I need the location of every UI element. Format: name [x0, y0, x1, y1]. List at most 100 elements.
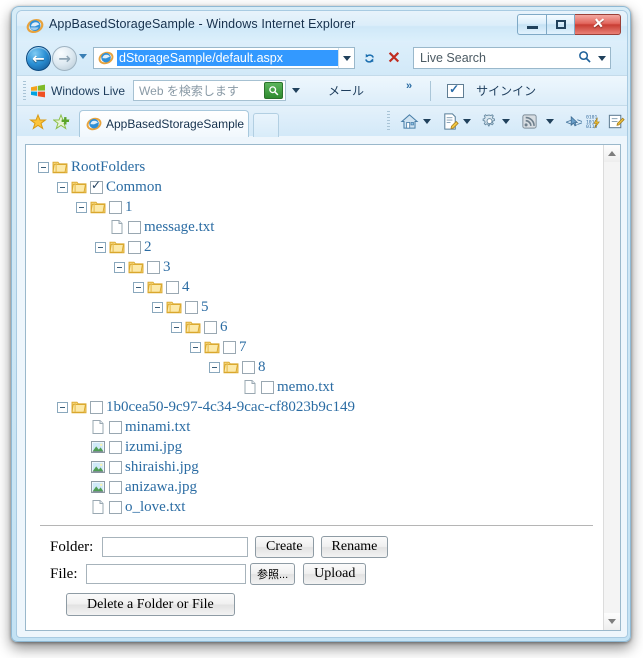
- tree-node-checkbox[interactable]: [109, 420, 122, 434]
- tree-node-label[interactable]: RootFolders: [71, 159, 145, 175]
- live-search-dropdown[interactable]: [292, 88, 301, 93]
- search-dropdown-button[interactable]: [594, 48, 610, 68]
- tree-node-checkbox[interactable]: [109, 460, 122, 474]
- tree-expander-collapse-icon[interactable]: [114, 261, 125, 273]
- live-search-input[interactable]: Web を検索します: [134, 82, 264, 99]
- tab-bar: AppBasedStorageSample < 0101 1010 0110: [17, 105, 627, 137]
- new-tab-button[interactable]: [253, 113, 279, 137]
- tree-node-label[interactable]: 7: [239, 339, 247, 355]
- toolbar-grip[interactable]: [23, 80, 26, 101]
- tree-node-label[interactable]: Common: [106, 179, 162, 195]
- scroll-down-button[interactable]: [604, 613, 620, 630]
- minimize-button[interactable]: [517, 14, 546, 35]
- refresh-icon: [364, 53, 374, 63]
- search-input[interactable]: Live Search: [414, 51, 574, 65]
- tree-node-checkbox[interactable]: [90, 400, 103, 414]
- tree-node-checkbox[interactable]: [109, 440, 122, 454]
- tree-node-label[interactable]: 1b0cea50-9c97-4c34-9cac-cf8023b9c149: [106, 399, 355, 415]
- gear-dropdown-icon[interactable]: [502, 119, 510, 124]
- search-icon[interactable]: [574, 50, 594, 66]
- gear-icon[interactable]: [480, 112, 499, 131]
- tree-expander-collapse-icon[interactable]: [209, 361, 220, 373]
- tree-node-checkbox[interactable]: [185, 300, 198, 314]
- tree-expander-collapse-icon[interactable]: [76, 201, 87, 213]
- browse-button[interactable]: 参照...: [250, 563, 296, 585]
- forward-button[interactable]: →: [52, 46, 77, 71]
- tree-expander-collapse-icon[interactable]: [190, 341, 201, 353]
- tree-expander-collapse-icon[interactable]: [152, 301, 163, 313]
- tree-node-checkbox[interactable]: [90, 178, 103, 194]
- search-box[interactable]: Live Search: [413, 47, 611, 69]
- tree-node-checkbox[interactable]: [109, 500, 122, 514]
- tree-node-checkbox[interactable]: [223, 340, 236, 354]
- tree-node-label[interactable]: 3: [163, 259, 171, 275]
- tree-node-checkbox[interactable]: [147, 260, 160, 274]
- tree-expander-collapse-icon[interactable]: [133, 281, 144, 293]
- script-debugger-icon[interactable]: 0101 1010 0110: [585, 112, 604, 131]
- refresh-button[interactable]: [358, 47, 380, 69]
- caret-browsing-icon[interactable]: < >: [563, 112, 585, 131]
- favorites-center-icon[interactable]: [29, 113, 47, 131]
- tree-node-label[interactable]: 5: [201, 299, 209, 315]
- tree-node-checkbox[interactable]: [166, 280, 179, 294]
- address-input[interactable]: dStorageSample/default.aspx: [117, 50, 338, 66]
- upload-button[interactable]: Upload: [303, 563, 367, 585]
- tree-expander-collapse-icon[interactable]: [57, 181, 68, 193]
- folder-input[interactable]: [102, 537, 248, 557]
- tree-node-label[interactable]: 1: [125, 199, 133, 215]
- tree-node-label[interactable]: 6: [220, 319, 228, 335]
- tree-expander-collapse-icon[interactable]: [57, 401, 68, 413]
- page-dropdown-icon[interactable]: [463, 119, 471, 124]
- file-operations-form: Folder: Create Rename File: 参照... Upload…: [38, 536, 603, 616]
- tree-node-label[interactable]: message.txt: [144, 219, 214, 235]
- live-mail-link[interactable]: メール: [328, 82, 364, 99]
- tree-node-label[interactable]: 4: [182, 279, 190, 295]
- tree-node-label[interactable]: izumi.jpg: [125, 439, 182, 455]
- rss-dropdown-icon[interactable]: [546, 119, 554, 124]
- tree-node-checkbox[interactable]: [242, 360, 255, 374]
- tree-node-checkbox[interactable]: [109, 200, 122, 214]
- address-bar[interactable]: dStorageSample/default.aspx: [93, 47, 355, 69]
- rss-feed-icon[interactable]: [520, 112, 539, 131]
- home-icon[interactable]: [400, 112, 419, 131]
- live-search-icon[interactable]: [264, 82, 284, 99]
- command-bar-grip[interactable]: [387, 111, 390, 131]
- tree-node-checkbox[interactable]: [109, 480, 122, 494]
- delete-folder-or-file-button[interactable]: Delete a Folder or File: [66, 593, 235, 616]
- file-path-input[interactable]: [86, 564, 246, 584]
- tree-node-label[interactable]: 2: [144, 239, 152, 255]
- tree-node-label[interactable]: memo.txt: [277, 379, 334, 395]
- add-to-favorites-icon[interactable]: [52, 113, 71, 131]
- address-dropdown-button[interactable]: [338, 48, 354, 68]
- back-button[interactable]: ←: [26, 46, 51, 71]
- tree-node-label[interactable]: minami.txt: [125, 419, 190, 435]
- scroll-up-button[interactable]: [604, 145, 620, 162]
- edit-page-icon[interactable]: [607, 112, 626, 131]
- toolbar-overflow-button[interactable]: »: [406, 80, 412, 92]
- page-icon[interactable]: [441, 112, 460, 131]
- tree-expander-collapse-icon[interactable]: [95, 241, 106, 253]
- vertical-scrollbar[interactable]: [603, 145, 620, 630]
- tree-node-checkbox[interactable]: [128, 220, 141, 234]
- live-search-box[interactable]: Web を検索します: [133, 80, 287, 101]
- tree-expander-collapse-icon[interactable]: [38, 161, 49, 173]
- close-button[interactable]: ✕: [575, 14, 621, 35]
- tree-node: o_love.txt: [38, 497, 603, 517]
- create-button[interactable]: Create: [255, 536, 314, 558]
- minimize-icon: [526, 26, 538, 29]
- tree-node-label[interactable]: anizawa.jpg: [125, 479, 197, 495]
- rename-button[interactable]: Rename: [320, 536, 389, 558]
- home-dropdown-icon[interactable]: [423, 119, 431, 124]
- tree-expander-collapse-icon[interactable]: [171, 321, 182, 333]
- tab-appbasedstoragesample[interactable]: AppBasedStorageSample: [79, 110, 249, 137]
- maximize-button[interactable]: [546, 14, 575, 35]
- tree-node-checkbox[interactable]: [128, 240, 141, 254]
- stop-button[interactable]: ✕: [383, 47, 405, 69]
- signin-link[interactable]: サインイン: [476, 82, 536, 99]
- tree-node-checkbox[interactable]: [261, 380, 274, 394]
- tree-node-label[interactable]: shiraishi.jpg: [125, 459, 199, 475]
- recent-pages-dropdown[interactable]: [79, 54, 87, 59]
- tree-node-checkbox[interactable]: [204, 320, 217, 334]
- tree-node-label[interactable]: o_love.txt: [125, 499, 185, 515]
- tree-node-label[interactable]: 8: [258, 359, 266, 375]
